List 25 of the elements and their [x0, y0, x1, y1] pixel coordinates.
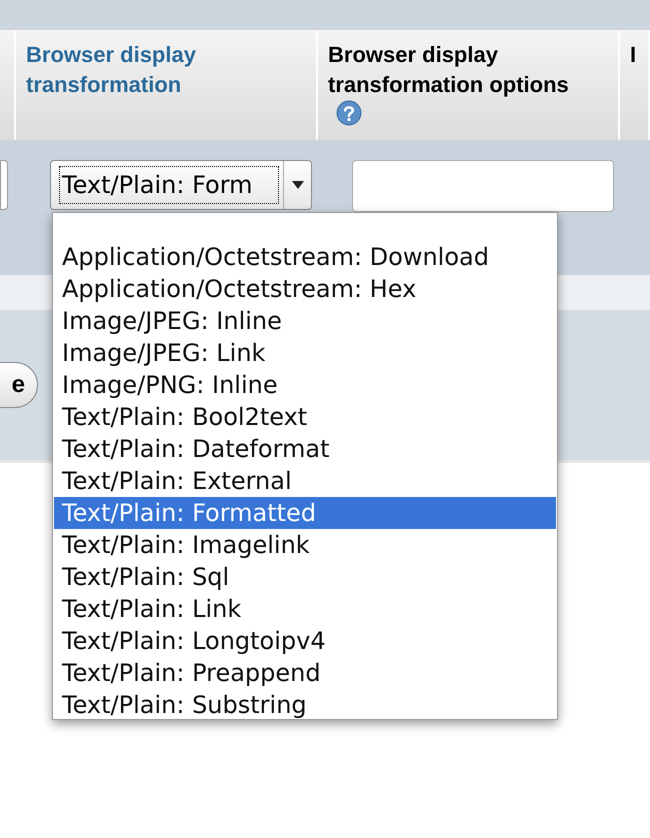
- dropdown-option[interactable]: Image/JPEG: Inline: [54, 305, 556, 337]
- column-header: Browser display transformation options: [328, 42, 569, 97]
- partial-button[interactable]: e: [0, 362, 38, 408]
- transformation-select[interactable]: Text/Plain: Form: [50, 160, 312, 210]
- dropdown-option[interactable]: Text/Plain: Imagelink: [54, 529, 556, 561]
- dropdown-option[interactable]: Image/JPEG: Link: [54, 337, 556, 369]
- dropdown-option[interactable]: Text/Plain: Preappend: [54, 657, 556, 689]
- dropdown-option[interactable]: Text/Plain: Longtoipv4: [54, 625, 556, 657]
- help-icon[interactable]: [336, 100, 362, 126]
- dropdown-option[interactable]: Text/Plain: Sql: [54, 561, 556, 593]
- dropdown-option[interactable]: Text/Plain: External: [54, 465, 556, 497]
- dropdown-option[interactable]: Application/Octetstream: Download: [54, 241, 556, 273]
- dropdown-option[interactable]: Image/PNG: Inline: [54, 369, 556, 401]
- column-header: I: [630, 41, 638, 69]
- dropdown-option[interactable]: Text/Plain: Link: [54, 593, 556, 625]
- dropdown-option[interactable]: Text/Plain: Bool2text: [54, 401, 556, 433]
- select-value: Text/Plain: Form: [59, 166, 279, 204]
- options-input-field[interactable]: [352, 160, 614, 212]
- column-header[interactable]: Browser display transformation: [26, 40, 306, 100]
- caret-icon: [292, 181, 304, 189]
- dropdown-option[interactable]: Text/Plain: Formatted: [54, 497, 556, 529]
- dropdown-option[interactable]: Text/Plain: Substring: [54, 689, 556, 721]
- dropdown-option[interactable]: Text/Plain: Dateformat: [54, 433, 556, 465]
- dropdown-option[interactable]: Application/Octetstream: Hex: [54, 273, 556, 305]
- input-field[interactable]: [0, 160, 8, 210]
